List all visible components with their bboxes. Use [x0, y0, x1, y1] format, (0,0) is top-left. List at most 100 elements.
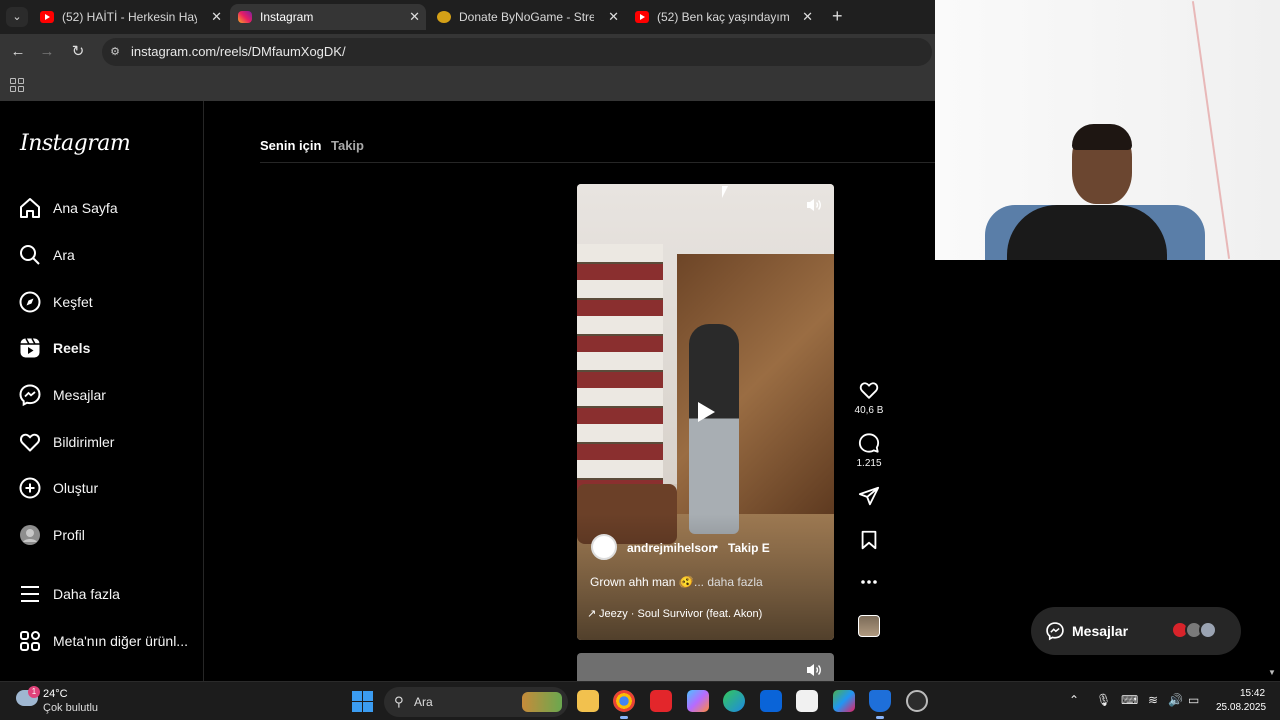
chevron-up-icon[interactable]: ⌃	[1069, 693, 1079, 707]
sidebar-item-explore[interactable]: Keşfet	[18, 288, 198, 318]
reel-author-avatar[interactable]	[591, 534, 617, 560]
screen: ⌄ (52) HAİTİ - Herkesin Hayatını S ✕ Ins…	[0, 0, 1280, 720]
avatar	[1199, 621, 1217, 639]
new-tab-button[interactable]: +	[832, 6, 843, 27]
share-action[interactable]	[854, 485, 884, 507]
sidebar-item-label: Bildirimler	[53, 434, 115, 450]
microphone-icon[interactable]: 🎙	[1096, 693, 1111, 707]
battery-icon[interactable]: ▭	[1188, 693, 1199, 707]
sidebar-item-meta-products[interactable]: Meta'nın diğer ürünl...	[18, 627, 198, 657]
sidebar-item-label: Meta'nın diğer ürünl...	[53, 633, 188, 649]
browser-tab-age[interactable]: (52) Ben kaç yaşındayım şimdi ✕	[627, 4, 819, 30]
obs-icon[interactable]	[906, 690, 928, 712]
taskbar-search[interactable]: ⚲ Ara	[384, 687, 568, 717]
meta-products-icon	[20, 631, 40, 651]
bookmark-icon[interactable]	[858, 529, 880, 551]
instagram-icon	[238, 11, 252, 23]
caption-more-link[interactable]: ... daha fazla	[694, 575, 763, 589]
tab-title: (52) Ben kaç yaşındayım şimdi	[657, 10, 792, 24]
reel-caption: Grown ahh man 🫨	[590, 575, 694, 589]
sidebar-item-home[interactable]: Ana Sayfa	[18, 194, 198, 224]
speaker-icon[interactable]	[804, 660, 824, 680]
audio-thumbnail[interactable]	[858, 615, 880, 637]
video-person	[689, 324, 739, 534]
windows-start-icon[interactable]	[352, 691, 373, 712]
copilot-icon[interactable]	[687, 690, 709, 712]
comment-icon[interactable]	[858, 432, 880, 454]
sidebar-item-profile[interactable]: Profil	[18, 521, 198, 551]
more-options-action[interactable]	[854, 574, 884, 590]
tab-search-chevron-icon[interactable]: ⌄	[6, 7, 28, 27]
volume-icon[interactable]: 🔊	[1168, 693, 1183, 707]
comment-count: 1.215	[856, 458, 882, 469]
reel-audio-label[interactable]: Jeezy · Soul Survivor (feat. Akon)	[599, 608, 762, 620]
site-info-icon[interactable]: ⚙	[108, 45, 122, 59]
weather-description[interactable]: Çok bulutlu	[43, 702, 98, 714]
mouse-cursor	[722, 186, 734, 198]
speaker-icon[interactable]	[804, 195, 824, 215]
chrome-icon[interactable]	[613, 690, 635, 719]
sidebar-item-label: Profil	[53, 527, 85, 543]
reel-username[interactable]: andrejmihelson	[627, 541, 716, 555]
microsoft-365-icon[interactable]	[833, 690, 855, 712]
browser-tab-bar: ⌄ (52) HAİTİ - Herkesin Hayatını S ✕ Ins…	[0, 0, 935, 34]
tab-takip[interactable]: Takip	[331, 138, 364, 153]
play-icon[interactable]	[695, 400, 717, 424]
edge-icon[interactable]	[723, 690, 745, 712]
heart-icon[interactable]	[858, 379, 880, 401]
more-icon[interactable]	[858, 574, 880, 590]
security-shield-icon[interactable]	[869, 690, 891, 719]
messenger-icon	[19, 384, 41, 407]
wps-office-icon[interactable]	[650, 690, 672, 712]
browser-tab-instagram[interactable]: Instagram ✕	[230, 4, 426, 30]
sidebar-item-create[interactable]: Oluştur	[18, 474, 198, 504]
back-icon[interactable]: ←	[9, 43, 27, 61]
close-icon[interactable]: ✕	[802, 4, 813, 30]
like-action[interactable]: 40,6 B	[854, 379, 884, 416]
close-icon[interactable]: ✕	[608, 4, 619, 30]
save-action[interactable]	[854, 529, 884, 551]
address-bar[interactable]: ⚙ instagram.com/reels/DMfaumXogDK/	[102, 38, 932, 66]
bynogame-icon	[437, 11, 451, 23]
reel-video[interactable]: andrejmihelson • Takip E Grown ahh man 🫨…	[577, 184, 834, 640]
heart-icon	[19, 433, 41, 452]
reload-icon[interactable]: ↻	[69, 43, 87, 61]
weather-temperature[interactable]: 24°C	[43, 688, 68, 700]
tab-title: Instagram	[260, 10, 314, 24]
clock-date[interactable]: 25.08.2025	[1216, 702, 1266, 713]
file-explorer-icon[interactable]	[577, 690, 599, 712]
avatar	[20, 525, 40, 545]
instagram-logo[interactable]: Instagram	[20, 131, 131, 156]
forward-icon[interactable]: →	[38, 43, 56, 61]
close-icon[interactable]: ✕	[211, 4, 222, 30]
comment-action[interactable]: 1.215	[854, 432, 884, 469]
sidebar-item-reels[interactable]: Reels	[18, 334, 198, 364]
microsoft-store-icon[interactable]	[796, 690, 818, 712]
apps-grid-icon[interactable]	[10, 78, 24, 92]
taskbar-search-label: Ara	[414, 695, 433, 709]
search-highlight-image	[522, 692, 562, 712]
sidebar-item-label: Ana Sayfa	[53, 200, 118, 216]
compass-icon	[19, 291, 41, 313]
clock-time[interactable]: 15:42	[1240, 688, 1265, 699]
sidebar-item-search[interactable]: Ara	[18, 241, 198, 271]
send-icon[interactable]	[858, 485, 880, 507]
browser-toolbar: ← → ↻ ⚙ instagram.com/reels/DMfaumXogDK/	[0, 34, 935, 70]
next-reel-preview[interactable]	[577, 653, 834, 683]
scroll-down-arrow-icon[interactable]: ▼	[1268, 668, 1276, 677]
messages-pill-button[interactable]: Mesajlar	[1031, 607, 1241, 655]
follow-button[interactable]: Takip E	[728, 541, 770, 555]
close-icon[interactable]: ✕	[409, 4, 420, 30]
menu-icon	[21, 586, 39, 602]
outlook-icon[interactable]	[760, 690, 782, 712]
keyboard-icon[interactable]: ⌨	[1121, 693, 1138, 707]
tab-senin-icin[interactable]: Senin için	[260, 138, 321, 153]
sidebar-item-messages[interactable]: Mesajlar	[18, 381, 198, 411]
browser-tab-bynogame[interactable]: Donate ByNoGame - Streamer ✕	[429, 4, 625, 30]
sidebar-item-more[interactable]: Daha fazla	[18, 580, 198, 610]
wifi-icon[interactable]: ≋	[1148, 693, 1158, 707]
messages-label: Mesajlar	[1072, 623, 1129, 639]
url-text[interactable]: instagram.com/reels/DMfaumXogDK/	[131, 44, 346, 59]
browser-tab-haiti[interactable]: (52) HAİTİ - Herkesin Hayatını S ✕	[32, 4, 228, 30]
sidebar-item-notifications[interactable]: Bildirimler	[18, 428, 198, 458]
